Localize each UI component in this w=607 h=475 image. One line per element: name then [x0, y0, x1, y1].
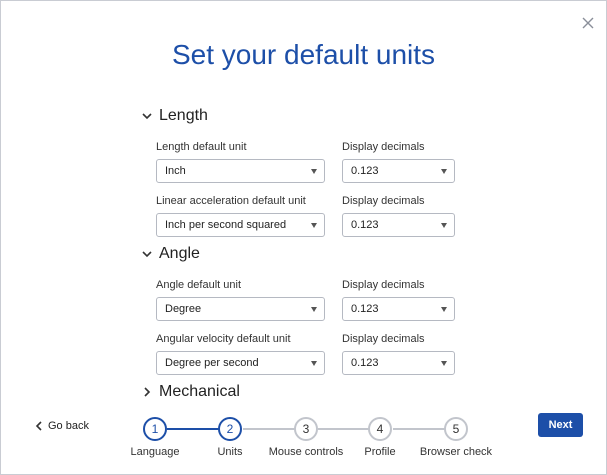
section-heading-angle: Angle — [159, 245, 200, 262]
step-5-label: Browser check — [419, 446, 493, 458]
angle-unit-value: Degree — [165, 303, 202, 315]
setup-dialog: Set your default units Length Length def… — [0, 0, 607, 475]
dropdown-arrow-icon — [311, 307, 317, 312]
angle-decimals-value: 0.123 — [351, 303, 379, 315]
angle-decimals-select[interactable]: 0.123 — [342, 297, 455, 321]
length-unit-label: Length default unit — [156, 141, 247, 153]
next-button[interactable]: Next — [538, 413, 583, 437]
section-heading-length: Length — [159, 107, 208, 124]
dropdown-arrow-icon — [441, 223, 447, 228]
step-connector — [393, 428, 445, 430]
angular-velocity-decimals-label: Display decimals — [342, 333, 425, 345]
step-connector — [243, 428, 295, 430]
close-icon[interactable] — [580, 15, 596, 31]
wizard-footer: Go back 1 2 3 4 5 Language Units Mouse c… — [1, 406, 606, 466]
step-2-number: 2 — [226, 422, 234, 436]
linear-accel-decimals-select[interactable]: 0.123 — [342, 213, 455, 237]
step-1-circle[interactable]: 1 — [143, 417, 167, 441]
go-back-button[interactable]: Go back — [35, 420, 89, 432]
angle-unit-select[interactable]: Degree — [156, 297, 325, 321]
chevron-left-icon — [35, 421, 42, 431]
linear-accel-unit-value: Inch per second squared — [165, 219, 287, 231]
linear-accel-decimals-label: Display decimals — [342, 195, 425, 207]
dropdown-arrow-icon — [311, 223, 317, 228]
angular-velocity-unit-select[interactable]: Degree per second — [156, 351, 325, 375]
section-toggle-angle[interactable]: Angle — [141, 245, 200, 263]
step-4-number: 4 — [376, 422, 384, 436]
step-5-circle: 5 — [444, 417, 468, 441]
angular-velocity-unit-value: Degree per second — [165, 357, 259, 369]
chevron-down-icon — [142, 251, 152, 258]
chevron-right-icon — [144, 387, 151, 397]
dropdown-arrow-icon — [311, 361, 317, 366]
linear-accel-decimals-value: 0.123 — [351, 219, 379, 231]
angle-unit-label: Angle default unit — [156, 279, 242, 291]
angular-velocity-decimals-select[interactable]: 0.123 — [342, 351, 455, 375]
section-heading-mechanical: Mechanical — [159, 383, 240, 400]
dropdown-arrow-icon — [441, 307, 447, 312]
step-2-circle[interactable]: 2 — [218, 417, 242, 441]
go-back-label: Go back — [48, 420, 89, 432]
step-3-number: 3 — [302, 422, 310, 436]
dropdown-arrow-icon — [441, 361, 447, 366]
step-3-circle: 3 — [294, 417, 318, 441]
step-5-number: 5 — [452, 422, 460, 436]
dropdown-arrow-icon — [441, 169, 447, 174]
length-unit-value: Inch — [165, 165, 186, 177]
linear-accel-unit-label: Linear acceleration default unit — [156, 195, 306, 207]
step-1-number: 1 — [151, 422, 159, 436]
section-toggle-mechanical[interactable]: Mechanical — [141, 383, 240, 401]
angular-velocity-unit-label: Angular velocity default unit — [156, 333, 291, 345]
dropdown-arrow-icon — [311, 169, 317, 174]
angle-decimals-label: Display decimals — [342, 279, 425, 291]
page-title: Set your default units — [171, 39, 436, 70]
length-decimals-value: 0.123 — [351, 165, 379, 177]
step-4-circle: 4 — [368, 417, 392, 441]
next-label: Next — [548, 419, 573, 431]
length-decimals-select[interactable]: 0.123 — [342, 159, 455, 183]
angular-velocity-decimals-value: 0.123 — [351, 357, 379, 369]
section-toggle-length[interactable]: Length — [141, 107, 208, 125]
linear-accel-unit-select[interactable]: Inch per second squared — [156, 213, 325, 237]
length-unit-select[interactable]: Inch — [156, 159, 325, 183]
step-connector — [167, 428, 219, 430]
length-decimals-label: Display decimals — [342, 141, 425, 153]
step-connector — [318, 428, 370, 430]
chevron-down-icon — [142, 113, 152, 120]
